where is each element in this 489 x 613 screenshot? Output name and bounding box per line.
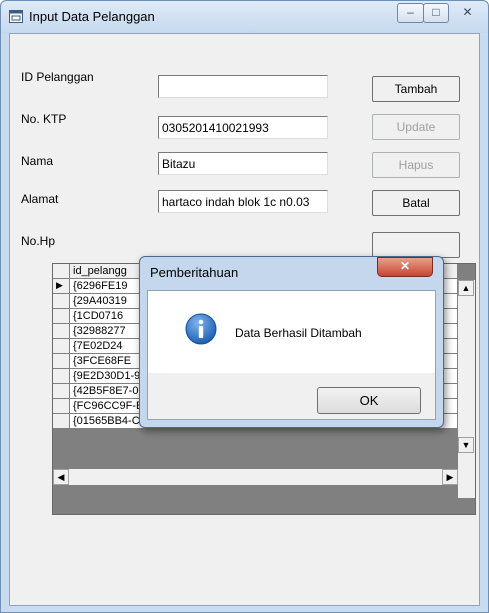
- grid-corner-header: [53, 264, 70, 279]
- nama-input[interactable]: Bitazu: [158, 152, 328, 175]
- no-ktp-label: No. KTP: [21, 112, 67, 126]
- scroll-up-icon: ▲: [461, 283, 471, 293]
- dialog-title: Pemberitahuan: [150, 265, 239, 280]
- window-icon: [9, 10, 23, 23]
- scroll-right-icon: ▶: [446, 472, 454, 482]
- close-icon: ✕: [399, 259, 411, 273]
- dialog-message-area: Data Berhasil Ditambah: [148, 291, 435, 373]
- minimize-button[interactable]: –: [397, 3, 424, 23]
- alamat-input[interactable]: hartaco indah blok 1c n0.03: [158, 190, 328, 213]
- scroll-down-icon: ▼: [461, 440, 471, 450]
- row-selector[interactable]: [53, 399, 70, 414]
- close-button[interactable]: ✕: [450, 3, 485, 23]
- title-bar[interactable]: Input Data Pelanggan – □ ✕: [1, 1, 488, 33]
- id-pelanggan-label: ID Pelanggan: [21, 70, 94, 84]
- row-selector[interactable]: [53, 384, 70, 399]
- notification-dialog: Pemberitahuan ✕ Data Berhasil Ditambah O…: [139, 256, 444, 428]
- row-selector[interactable]: ▶: [53, 279, 70, 294]
- update-button[interactable]: Update: [372, 114, 460, 140]
- window-title: Input Data Pelanggan: [29, 9, 155, 24]
- row-selector[interactable]: [53, 294, 70, 309]
- dialog-body: Data Berhasil Ditambah OK: [147, 290, 436, 420]
- dialog-close-button[interactable]: ✕: [377, 257, 433, 277]
- no-hp-label: No.Hp: [21, 234, 56, 248]
- nama-label: Nama: [21, 154, 54, 168]
- scrollbar-corner: [458, 469, 475, 485]
- hapus-button[interactable]: Hapus: [372, 152, 460, 178]
- close-icon: ✕: [462, 5, 473, 19]
- maximize-button[interactable]: □: [423, 3, 449, 23]
- row-selector[interactable]: [53, 339, 70, 354]
- row-selector[interactable]: [53, 414, 70, 429]
- scroll-right-button[interactable]: ▶: [442, 469, 458, 485]
- horizontal-scrollbar[interactable]: ◀ ▶: [53, 469, 458, 485]
- maximize-icon: □: [432, 5, 440, 19]
- dialog-message: Data Berhasil Ditambah: [235, 326, 362, 340]
- tambah-button[interactable]: Tambah: [372, 76, 460, 102]
- current-row-icon: ▶: [56, 280, 63, 290]
- scroll-left-icon: ◀: [57, 472, 65, 482]
- minimize-icon: –: [407, 5, 414, 19]
- batal-button[interactable]: Batal: [372, 190, 460, 216]
- vertical-scrollbar[interactable]: ▲ ▼: [458, 280, 475, 498]
- scroll-up-button[interactable]: ▲: [458, 280, 474, 296]
- id-pelanggan-input[interactable]: [158, 75, 328, 98]
- row-selector[interactable]: [53, 324, 70, 339]
- row-selector[interactable]: [53, 309, 70, 324]
- scroll-left-button[interactable]: ◀: [53, 469, 69, 485]
- extra-button[interactable]: [372, 232, 460, 258]
- ok-button[interactable]: OK: [317, 387, 421, 414]
- no-ktp-input[interactable]: 0305201410021993: [158, 116, 328, 139]
- row-selector[interactable]: [53, 354, 70, 369]
- scroll-down-button[interactable]: ▼: [458, 437, 474, 453]
- row-selector[interactable]: [53, 369, 70, 384]
- alamat-label: Alamat: [21, 192, 59, 206]
- info-icon: [185, 313, 217, 345]
